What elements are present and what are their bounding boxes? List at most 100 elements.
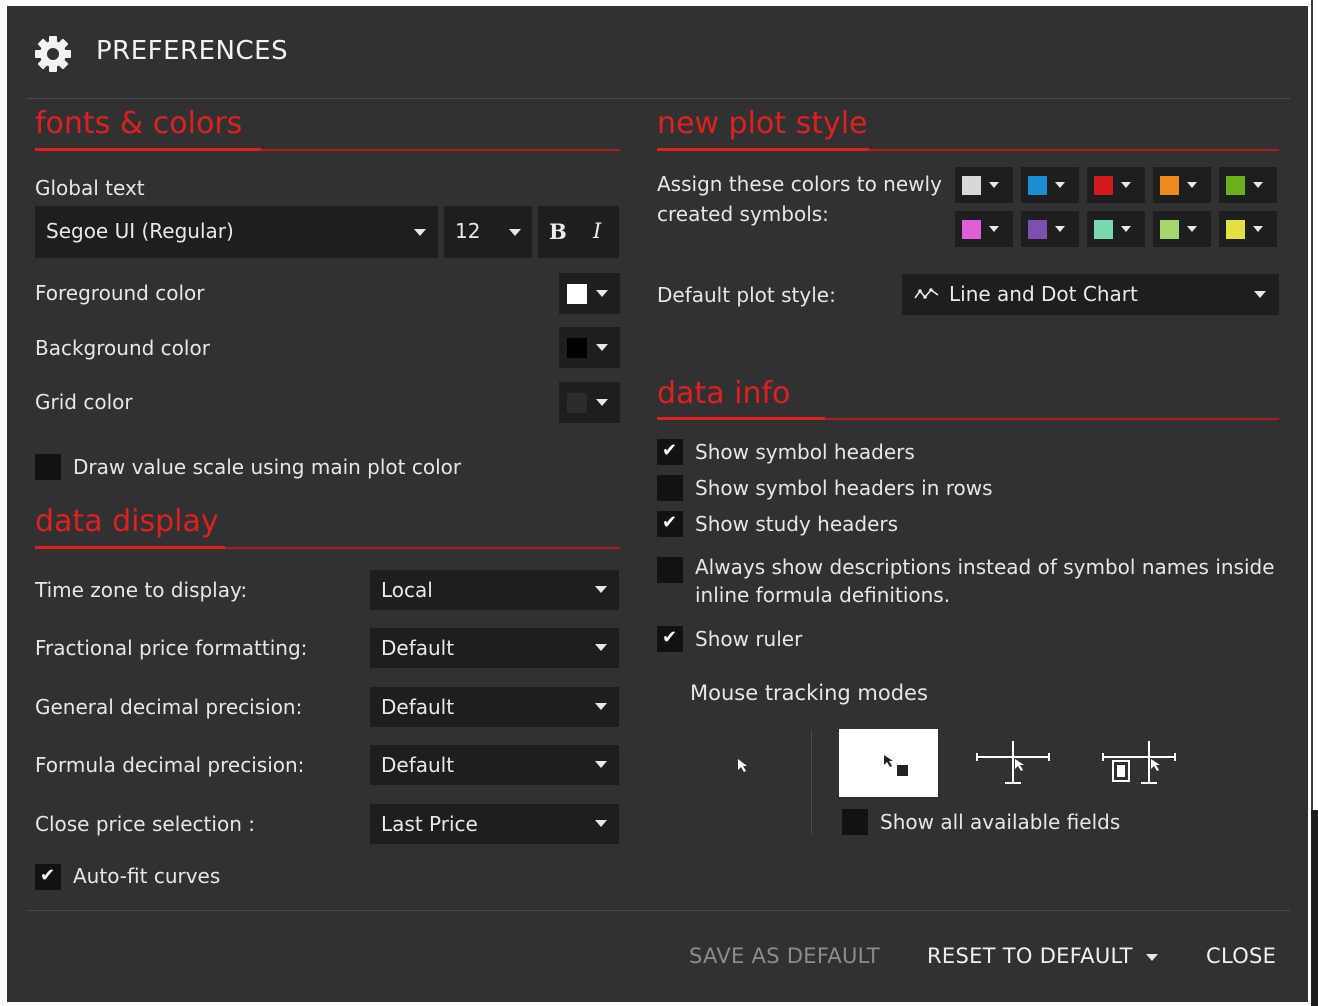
symbol-color-picker-9[interactable] <box>1153 211 1211 247</box>
color-swatch <box>962 220 981 239</box>
foreground-color-picker[interactable] <box>559 273 620 314</box>
time-zone-dropdown[interactable]: Local <box>370 570 619 610</box>
chevron-down-icon[interactable] <box>1146 954 1158 961</box>
chevron-down-icon <box>1121 182 1131 188</box>
show-ruler-label: Show ruler <box>695 627 803 651</box>
color-swatch <box>1028 220 1047 239</box>
chevron-down-icon <box>596 344 608 351</box>
font-size-value: 12 <box>455 219 481 243</box>
show-symbol-headers-rows-checkbox[interactable] <box>657 475 683 501</box>
fractional-price-value: Default <box>381 636 455 660</box>
crosshair-box-mode-icon <box>1102 741 1176 784</box>
chevron-down-icon <box>989 182 999 188</box>
draw-value-scale-checkbox[interactable] <box>35 454 61 480</box>
show-study-headers-checkbox[interactable] <box>657 511 683 537</box>
font-style-group: B I <box>538 206 619 258</box>
grid-color-label: Grid color <box>35 390 133 414</box>
chevron-down-icon <box>595 761 607 768</box>
show-symbol-headers-label: Show symbol headers <box>695 440 915 464</box>
chevron-down-icon <box>1055 182 1065 188</box>
assign-colors-label-2: created symbols: <box>657 202 829 226</box>
section-rule <box>657 148 1279 151</box>
symbol-color-picker-5[interactable] <box>1219 167 1277 203</box>
symbol-color-picker-1[interactable] <box>955 167 1013 203</box>
show-symbol-headers-checkbox[interactable] <box>657 439 683 465</box>
background-edge-block <box>1311 810 1318 1006</box>
header-divider <box>27 98 1290 99</box>
reset-to-default-button[interactable]: RESET TO DEFAULT <box>927 944 1133 968</box>
show-study-headers-label: Show study headers <box>695 512 899 536</box>
chevron-down-icon <box>1121 226 1131 232</box>
chevron-down-icon <box>595 586 607 593</box>
font-size-dropdown[interactable]: 12 <box>444 206 532 258</box>
show-ruler-checkbox[interactable] <box>657 626 683 652</box>
mouse-mode-pointer[interactable] <box>709 730 777 798</box>
color-swatch <box>567 338 587 358</box>
mouse-mode-crosshair-box[interactable] <box>1095 729 1183 797</box>
mouse-tracking-label: Mouse tracking modes <box>690 681 928 705</box>
chevron-down-icon <box>1187 182 1197 188</box>
symbol-color-picker-4[interactable] <box>1153 167 1211 203</box>
gear-icon <box>35 36 71 72</box>
general-decimal-label: General decimal precision: <box>35 695 303 719</box>
formula-decimal-value: Default <box>381 753 455 777</box>
symbol-color-picker-10[interactable] <box>1219 211 1277 247</box>
always-show-descriptions-label: Always show descriptions instead of symb… <box>695 555 1275 579</box>
chevron-down-icon <box>596 399 608 406</box>
default-plot-style-dropdown[interactable]: Line and Dot Chart <box>902 274 1279 315</box>
font-family-value: Segoe UI (Regular) <box>46 219 234 243</box>
bold-button[interactable]: B <box>549 219 567 244</box>
pointer-box-mode-icon <box>884 755 908 776</box>
chevron-down-icon <box>1055 226 1065 232</box>
line-dot-chart-icon <box>914 288 939 299</box>
foreground-color-label: Foreground color <box>35 281 205 305</box>
general-decimal-value: Default <box>381 695 455 719</box>
save-as-default-button[interactable]: SAVE AS DEFAULT <box>689 944 880 968</box>
formula-decimal-dropdown[interactable]: Default <box>370 745 619 785</box>
auto-fit-checkbox[interactable] <box>35 864 61 890</box>
mouse-mode-crosshair[interactable] <box>969 729 1057 797</box>
color-swatch <box>1226 220 1245 239</box>
grid-color-picker[interactable] <box>559 382 620 423</box>
preferences-dialog: PREFERENCES fonts & colors Global text S… <box>7 6 1308 1002</box>
mouse-mode-pointer-box[interactable] <box>839 729 938 797</box>
background-color-label: Background color <box>35 336 210 360</box>
symbol-color-picker-6[interactable] <box>955 211 1013 247</box>
symbol-color-picker-3[interactable] <box>1087 167 1145 203</box>
general-decimal-dropdown[interactable]: Default <box>370 687 619 727</box>
close-price-dropdown[interactable]: Last Price <box>370 804 619 844</box>
section-rule <box>657 417 1279 420</box>
font-family-dropdown[interactable]: Segoe UI (Regular) <box>35 206 438 258</box>
formula-decimal-label: Formula decimal precision: <box>35 753 305 777</box>
chevron-down-icon <box>1253 226 1263 232</box>
color-swatch <box>1094 176 1113 195</box>
pointer-mode-icon <box>738 759 747 772</box>
auto-fit-label: Auto-fit curves <box>73 864 221 888</box>
color-swatch <box>567 393 587 413</box>
show-symbol-headers-rows-label: Show symbol headers in rows <box>695 476 993 500</box>
time-zone-value: Local <box>381 578 433 602</box>
color-swatch <box>1028 176 1047 195</box>
time-zone-label: Time zone to display: <box>35 578 248 602</box>
color-swatch <box>1226 176 1245 195</box>
chevron-down-icon <box>1253 182 1263 188</box>
color-swatch <box>1160 176 1179 195</box>
chevron-down-icon <box>414 229 426 236</box>
symbol-color-picker-7[interactable] <box>1021 211 1079 247</box>
section-title-fonts-colors: fonts & colors <box>35 106 243 141</box>
dialog-header: PREFERENCES <box>7 6 1308 99</box>
background-color-picker[interactable] <box>559 327 620 368</box>
chevron-down-icon <box>595 703 607 710</box>
section-rule <box>35 546 620 549</box>
italic-button[interactable]: I <box>593 219 601 243</box>
symbol-color-picker-2[interactable] <box>1021 167 1079 203</box>
section-rule <box>35 148 620 151</box>
chevron-down-icon <box>595 644 607 651</box>
default-plot-style-value: Line and Dot Chart <box>949 282 1138 306</box>
always-show-descriptions-checkbox[interactable] <box>657 557 683 583</box>
show-all-fields-checkbox[interactable] <box>842 809 868 835</box>
fractional-price-dropdown[interactable]: Default <box>370 628 619 668</box>
color-swatch <box>1094 220 1113 239</box>
symbol-color-picker-8[interactable] <box>1087 211 1145 247</box>
close-button[interactable]: CLOSE <box>1206 944 1276 968</box>
